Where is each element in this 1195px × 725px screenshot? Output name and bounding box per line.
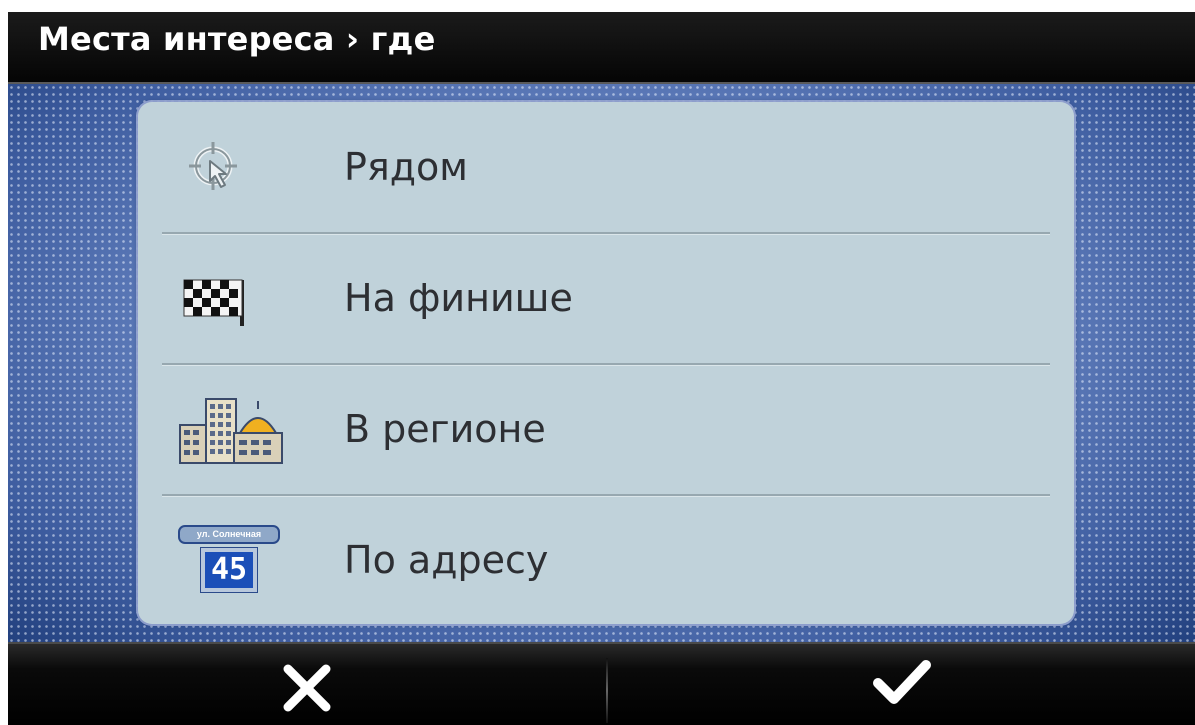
menu-item-region[interactable]: В регионе bbox=[138, 364, 1074, 494]
menu-item-label: В регионе bbox=[344, 407, 546, 451]
confirm-button[interactable] bbox=[608, 644, 1195, 725]
page-title: Места интереса › где bbox=[38, 20, 436, 58]
menu-item-address[interactable]: ул. Солнечная 45 По адресу bbox=[138, 495, 1074, 625]
menu-item-label: На финише bbox=[344, 276, 573, 320]
crosshair-cursor-icon bbox=[186, 139, 244, 197]
menu-item-label: Рядом bbox=[344, 145, 468, 189]
sign-street-label: ул. Солнечная bbox=[178, 525, 280, 544]
cancel-button[interactable] bbox=[8, 644, 606, 725]
menu-item-destination[interactable]: На финише bbox=[138, 233, 1074, 363]
menu-item-nearby[interactable]: Рядом bbox=[138, 102, 1074, 232]
street-sign-icon: ул. Солнечная 45 bbox=[178, 525, 280, 595]
content-area: Рядом На финише В регионе ул. Солнечная … bbox=[8, 84, 1195, 642]
checkered-flag-icon bbox=[183, 270, 244, 328]
app-screen: Места интереса › где Рядом На финише В р… bbox=[8, 12, 1195, 725]
menu-panel: Рядом На финише В регионе ул. Солнечная … bbox=[138, 102, 1074, 624]
checkmark-icon bbox=[872, 659, 931, 704]
footer-bar bbox=[8, 642, 1195, 725]
close-icon bbox=[283, 664, 331, 711]
header-bar: Места интереса › где bbox=[8, 12, 1195, 84]
city-buildings-icon bbox=[179, 398, 283, 464]
menu-item-label: По адресу bbox=[344, 538, 549, 582]
sign-number: 45 bbox=[200, 547, 258, 593]
